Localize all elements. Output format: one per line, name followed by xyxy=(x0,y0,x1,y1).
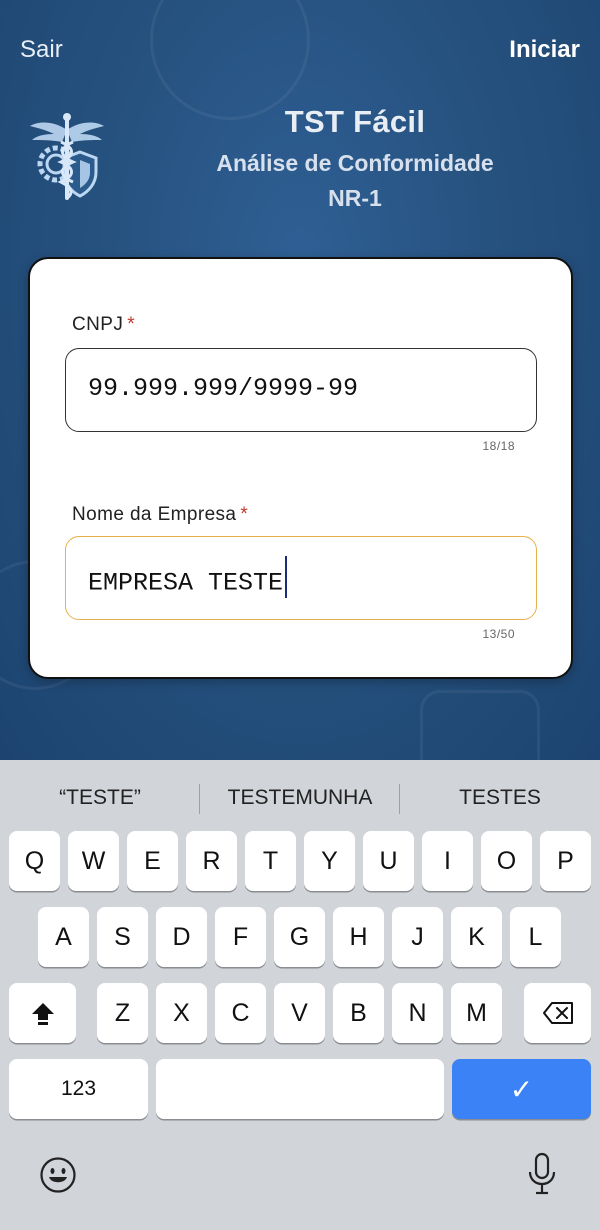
done-key[interactable]: ✓ xyxy=(452,1059,591,1119)
cnpj-label-text: CNPJ xyxy=(72,314,124,335)
cnpj-field[interactable]: 99.999.999/9999-99 xyxy=(65,348,537,432)
key-j[interactable]: J xyxy=(392,907,443,967)
key-f[interactable]: F xyxy=(215,907,266,967)
key-s[interactable]: S xyxy=(97,907,148,967)
sair-button[interactable]: Sair xyxy=(20,36,63,64)
company-name-value-wrap: EMPRESA TESTE xyxy=(88,556,288,604)
key-w[interactable]: W xyxy=(68,831,119,891)
background-decoration xyxy=(420,690,540,760)
key-u[interactable]: U xyxy=(363,831,414,891)
cnpj-value: 99.999.999/9999-99 xyxy=(88,374,359,403)
key-e[interactable]: E xyxy=(127,831,178,891)
shift-arrow-icon xyxy=(31,1003,54,1025)
key-c[interactable]: C xyxy=(215,983,266,1043)
key-y[interactable]: Y xyxy=(304,831,355,891)
text-caret xyxy=(285,556,288,598)
company-name-char-counter: 13/50 xyxy=(482,627,515,641)
key-h[interactable]: H xyxy=(333,907,384,967)
shift-key[interactable] xyxy=(9,983,76,1043)
app-titles: TST Fácil Análise de Conformidade NR-1 xyxy=(200,104,510,212)
background-decoration xyxy=(150,0,310,120)
company-name-value: EMPRESA TESTE xyxy=(88,568,284,598)
key-m[interactable]: M xyxy=(451,983,502,1043)
backspace-key[interactable] xyxy=(524,983,591,1043)
emoji-icon[interactable] xyxy=(39,1156,77,1194)
company-name-label: Nome da Empresa * xyxy=(72,504,248,526)
key-l[interactable]: L xyxy=(510,907,561,967)
key-o[interactable]: O xyxy=(481,831,532,891)
on-screen-keyboard: “TESTE” TESTEMUNHA TESTES Q W E R T Y U … xyxy=(0,760,600,1230)
autocomplete-bar: “TESTE” TESTEMUNHA TESTES xyxy=(0,780,600,816)
company-name-label-text: Nome da Empresa xyxy=(72,504,237,525)
company-name-field[interactable]: EMPRESA TESTE xyxy=(65,536,537,620)
app-title: TST Fácil xyxy=(284,104,426,139)
key-q[interactable]: Q xyxy=(9,831,60,891)
key-b[interactable]: B xyxy=(333,983,384,1043)
key-n[interactable]: N xyxy=(392,983,443,1043)
cnpj-label: CNPJ * xyxy=(72,314,135,336)
required-mark: * xyxy=(240,504,249,525)
company-form-card: CNPJ * 99.999.999/9999-99 18/18 Nome da E… xyxy=(28,257,573,679)
key-z[interactable]: Z xyxy=(97,983,148,1043)
key-v[interactable]: V xyxy=(274,983,325,1043)
suggestion-item[interactable]: TESTEMUNHA xyxy=(200,780,400,816)
suggestion-item[interactable]: “TESTE” xyxy=(0,780,200,816)
app-header-area: Sair Iniciar TST Fácil Análise de Confor… xyxy=(0,0,600,760)
space-key[interactable] xyxy=(156,1059,444,1119)
required-mark: * xyxy=(127,314,136,335)
key-a[interactable]: A xyxy=(38,907,89,967)
app-subtitle-nr: NR-1 xyxy=(328,185,382,211)
key-p[interactable]: P xyxy=(540,831,591,891)
numbers-key[interactable]: 123 xyxy=(9,1059,148,1119)
key-r[interactable]: R xyxy=(186,831,237,891)
suggestion-item[interactable]: TESTES xyxy=(400,780,600,816)
iniciar-button[interactable]: Iniciar xyxy=(509,36,580,64)
app-subtitle: Análise de Conformidade xyxy=(216,150,494,176)
key-i[interactable]: I xyxy=(422,831,473,891)
key-t[interactable]: T xyxy=(245,831,296,891)
caduceus-shield-logo-icon xyxy=(30,113,104,200)
key-x[interactable]: X xyxy=(156,983,207,1043)
cnpj-char-counter: 18/18 xyxy=(482,439,515,453)
backspace-icon xyxy=(542,1002,573,1024)
key-g[interactable]: G xyxy=(274,907,325,967)
key-d[interactable]: D xyxy=(156,907,207,967)
microphone-icon[interactable] xyxy=(526,1152,558,1196)
key-k[interactable]: K xyxy=(451,907,502,967)
